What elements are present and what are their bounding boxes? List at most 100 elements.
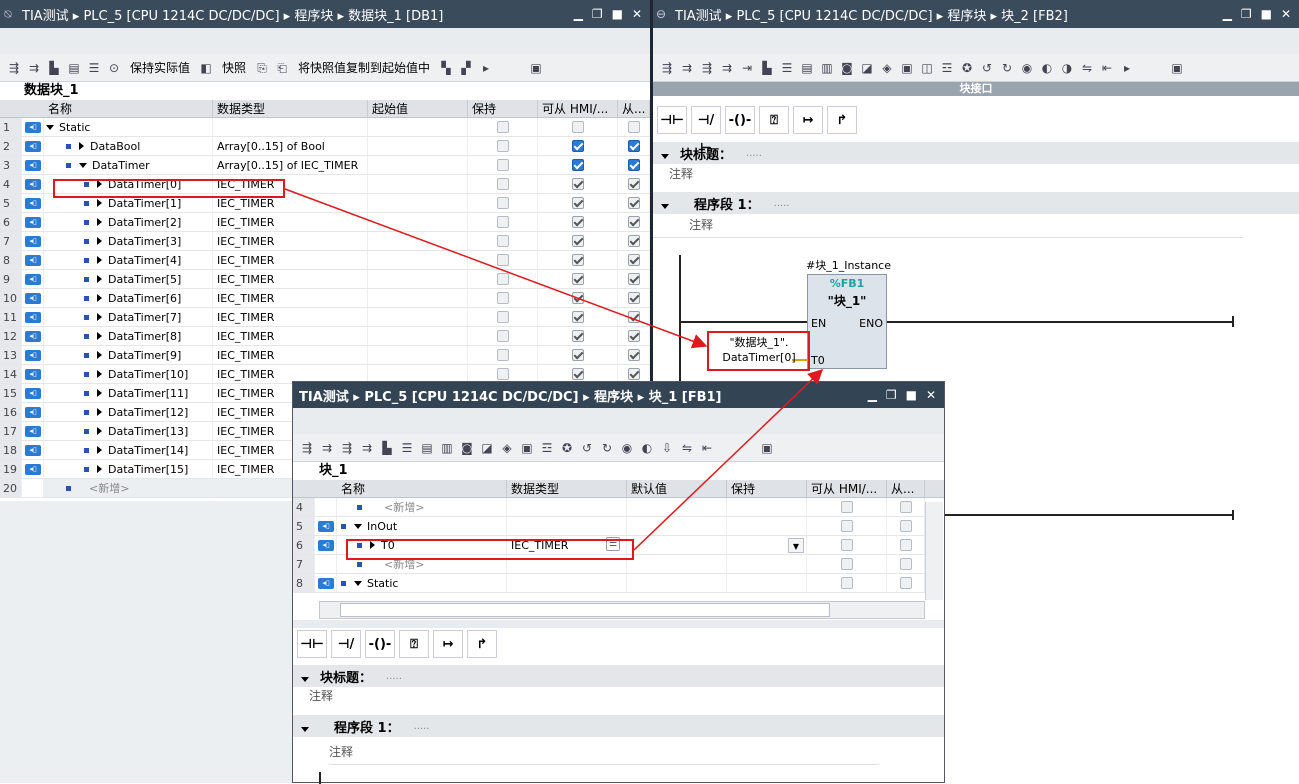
minimize-icon[interactable]: ▁	[574, 7, 583, 21]
tb-icon-4[interactable]: ⇉	[719, 60, 735, 76]
block-interface-bar[interactable]: 块接口	[653, 82, 1299, 96]
keep-checkbox[interactable]	[496, 292, 509, 304]
from-checkbox[interactable]	[627, 330, 640, 342]
from-checkbox[interactable]	[627, 140, 640, 152]
ft-icon-3[interactable]: ⇶	[339, 440, 355, 456]
tb-icon-9[interactable]: ▥	[819, 60, 835, 76]
hmi-checkbox[interactable]	[571, 159, 584, 171]
row-name[interactable]: DataTimer[13]	[108, 425, 188, 438]
load2-icon[interactable]: ▞	[458, 60, 474, 76]
maximize-icon[interactable]: ■	[906, 388, 917, 402]
row-type-cell[interactable]	[507, 498, 627, 516]
from-checkbox[interactable]	[627, 216, 640, 228]
from-checkbox[interactable]	[627, 178, 640, 190]
collapse-icon[interactable]	[354, 524, 362, 529]
col-keep[interactable]: 保持	[468, 100, 538, 117]
from-checkbox[interactable]	[899, 520, 912, 532]
row-type[interactable]: IEC_TIMER	[213, 346, 368, 364]
ft-icon-12[interactable]: ▣	[519, 440, 535, 456]
table-row[interactable]: 11 ◂▯ DataTimer[7] IEC_TIMER	[0, 308, 650, 327]
row-name[interactable]: DataTimer[3]	[108, 235, 181, 248]
fcol-hmi[interactable]: 可从 HMI/...	[807, 480, 887, 497]
hmi-checkbox[interactable]	[571, 254, 584, 266]
row-name[interactable]: DataTimer[14]	[108, 444, 188, 457]
col-from[interactable]: 从...	[618, 100, 650, 117]
keep-checkbox[interactable]	[496, 140, 509, 152]
collapse-icon[interactable]	[354, 581, 362, 586]
ft-icon-17[interactable]: ◉	[619, 440, 635, 456]
table-row[interactable]: 13 ◂▯ DataTimer[9] IEC_TIMER	[0, 346, 650, 365]
branch-open-icon[interactable]: ↦	[793, 106, 823, 134]
row-start[interactable]	[368, 327, 468, 345]
row-default[interactable]	[627, 574, 727, 592]
box-icon[interactable]: ⍰	[759, 106, 789, 134]
box-icon[interactable]: ⍰	[399, 630, 429, 658]
hmi-checkbox[interactable]	[571, 330, 584, 342]
row-type[interactable]: IEC_TIMER	[213, 308, 368, 326]
tb-icon-5[interactable]: ⇥	[739, 60, 755, 76]
pin-icon[interactable]: ⊖	[653, 6, 669, 22]
keep-checkbox[interactable]	[496, 121, 509, 133]
contact-no-icon[interactable]: ⊣⊢	[297, 630, 327, 658]
from-checkbox[interactable]	[627, 121, 640, 133]
float-splitter[interactable]	[293, 620, 944, 628]
row-type[interactable]: IEC_TIMER	[213, 289, 368, 307]
table-row[interactable]: 9 ◂▯ DataTimer[5] IEC_TIMER	[0, 270, 650, 289]
row-name[interactable]: DataTimer[1]	[108, 197, 181, 210]
row-name[interactable]: <新增>	[77, 482, 129, 495]
contact-nc-icon[interactable]: ⊣/⊢	[691, 106, 721, 156]
float-titlebar[interactable]: TIA测试 ▸ PLC_5 [CPU 1214C DC/DC/DC] ▸ 程序块…	[293, 382, 944, 408]
instance-label[interactable]: #块_1_Instance	[806, 257, 891, 273]
float-vscroll[interactable]	[925, 502, 943, 600]
row-start[interactable]	[368, 251, 468, 269]
from-checkbox[interactable]	[899, 501, 912, 513]
from-checkbox[interactable]	[627, 235, 640, 247]
keep-checkbox[interactable]	[496, 235, 509, 247]
right-block-title[interactable]: 块标题：.....	[653, 142, 1299, 164]
hmi-checkbox[interactable]	[571, 349, 584, 361]
from-checkbox[interactable]	[627, 273, 640, 285]
keep-checkbox[interactable]	[496, 311, 509, 323]
tb-icon-6[interactable]: ▙	[759, 60, 775, 76]
float-block-title[interactable]: 块标题：.....	[293, 665, 944, 687]
tb-icon-12[interactable]: ◈	[879, 60, 895, 76]
float-network-comment[interactable]: 注释	[329, 743, 879, 765]
row-name[interactable]: DataTimer[4]	[108, 254, 181, 267]
right-network-comment[interactable]: 注释	[653, 214, 1243, 238]
ft-icon-8[interactable]: ▥	[439, 440, 455, 456]
right-block-comment[interactable]: 注释	[653, 164, 1299, 190]
ft-icon-16[interactable]: ↻	[599, 440, 615, 456]
hmi-checkbox[interactable]	[571, 197, 584, 209]
restore-icon[interactable]: ❐	[886, 388, 897, 402]
from-checkbox[interactable]	[899, 558, 912, 570]
minimize-icon[interactable]: ▁	[868, 388, 877, 402]
tb-icon-8[interactable]: ▤	[799, 60, 815, 76]
tb-icon-15[interactable]: ☲	[939, 60, 955, 76]
table-row[interactable]: 8 ◂▯ DataTimer[4] IEC_TIMER	[0, 251, 650, 270]
tb-icon-2[interactable]: ⇉	[679, 60, 695, 76]
tb-icon-17[interactable]: ↺	[979, 60, 995, 76]
row-name[interactable]: InOut	[367, 520, 397, 533]
hmi-checkbox[interactable]	[571, 235, 584, 247]
coil-icon[interactable]: -()-	[725, 106, 755, 134]
row-start[interactable]	[368, 175, 468, 193]
row-start[interactable]	[368, 137, 468, 155]
ft-icon-18[interactable]: ◐	[639, 440, 655, 456]
close-icon[interactable]: ✕	[632, 7, 642, 21]
float-hscroll[interactable]	[319, 601, 925, 619]
row-name[interactable]: DataTimer[7]	[108, 311, 181, 324]
coil-icon[interactable]: -()-	[365, 630, 395, 658]
monitor-icon[interactable]: ▙	[46, 60, 62, 76]
dropdown-icon[interactable]: ▼	[788, 538, 804, 553]
panel-icon[interactable]: ▣	[1169, 60, 1185, 76]
row-default[interactable]	[627, 555, 727, 573]
row-start[interactable]	[368, 270, 468, 288]
expand-icon[interactable]	[97, 332, 102, 340]
from-checkbox[interactable]	[627, 368, 640, 380]
list-icon[interactable]: ☰	[86, 60, 102, 76]
tb-icon-1[interactable]: ⇶	[659, 60, 675, 76]
row-name[interactable]: Static	[59, 121, 90, 134]
more-icon[interactable]: ▸	[1119, 60, 1135, 76]
row-start[interactable]	[368, 232, 468, 250]
row-type[interactable]: IEC_TIMER	[213, 232, 368, 250]
